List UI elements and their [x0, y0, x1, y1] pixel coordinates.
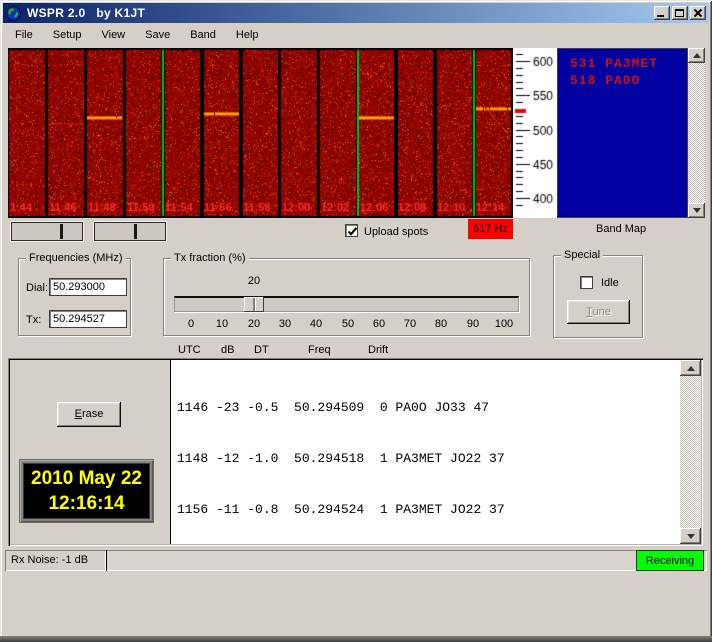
- maximize-button[interactable]: [672, 6, 688, 20]
- tick-label: 50: [342, 318, 354, 330]
- tick-label: 60: [373, 318, 385, 330]
- special-group-title: Special: [561, 249, 603, 261]
- menu-help[interactable]: Help: [226, 25, 269, 45]
- arrow-down-icon: [687, 534, 695, 539]
- clock-time: 12:16:14: [24, 491, 149, 516]
- idle-checkbox[interactable]: [580, 276, 593, 289]
- window-title: WSPR 2.0 by K1JT: [27, 6, 145, 20]
- menu-save[interactable]: Save: [135, 25, 180, 45]
- window-bottom-edge: [0, 636, 712, 642]
- spot-row: 1146 -23 -0.5 50.294509 0 PA0O JO33 47: [177, 399, 680, 416]
- dial-label: Dial:: [26, 282, 48, 294]
- header-utc: UTC: [178, 344, 201, 356]
- zero-slider-thumb[interactable]: [134, 224, 137, 239]
- dial-frequency-input[interactable]: [49, 278, 127, 296]
- tick-label: 20: [248, 318, 260, 330]
- arrow-up-icon: [693, 53, 701, 58]
- arrow-down-icon: [693, 208, 701, 213]
- menu-setup[interactable]: Setup: [43, 25, 92, 45]
- tx-fraction-group-title: Tx fraction (%): [171, 252, 249, 264]
- scroll-up-button[interactable]: [688, 48, 705, 63]
- tick-label: 10: [216, 318, 228, 330]
- clock-display: 2010 May 22 12:16:14: [20, 460, 153, 522]
- band-map-title: Band Map: [596, 223, 646, 235]
- maximize-icon: [675, 9, 684, 17]
- header-drift: Drift: [368, 344, 388, 356]
- checkmark-icon: [346, 225, 359, 238]
- minimize-button[interactable]: [654, 6, 670, 20]
- tx-fraction-slider-thumb[interactable]: [244, 297, 264, 312]
- scroll-down-button[interactable]: [688, 203, 705, 218]
- status-strip: [5, 550, 707, 571]
- idle-label: Idle: [601, 277, 619, 289]
- frequency-scale: [513, 48, 557, 218]
- close-button[interactable]: [690, 6, 706, 20]
- tick-label: 40: [310, 318, 322, 330]
- arrow-up-icon: [687, 366, 695, 371]
- zero-slider[interactable]: [94, 222, 166, 241]
- wspr-window: WSPR 2.0 by K1JT File Setup View Save Ba…: [0, 0, 712, 642]
- band-map-scrollbar[interactable]: [688, 48, 705, 218]
- spot-row: 1156 -11 -0.8 50.294524 1 PA3MET JO22 37: [177, 501, 680, 518]
- menu-file[interactable]: File: [5, 25, 43, 45]
- globe-icon: [6, 6, 21, 21]
- menu-view[interactable]: View: [91, 25, 135, 45]
- band-map: 531 PA3MET 518 PA0O: [557, 48, 688, 218]
- spot-row: 1148 -12 -1.0 50.294518 1 PA3MET JO22 37: [177, 450, 680, 467]
- gain-slider[interactable]: [11, 222, 83, 241]
- upload-spots-label: Upload spots: [364, 226, 428, 238]
- scroll-up-button[interactable]: [680, 360, 701, 376]
- tick-label: 80: [435, 318, 447, 330]
- tx-fraction-slider-track[interactable]: [174, 296, 519, 312]
- tx-fraction-group: Tx fraction (%) 20 0 10 20 30 40 50 60 7…: [163, 258, 530, 336]
- tx-fraction-value: 20: [248, 275, 260, 287]
- rx-frequency-badge: 617 Hz: [468, 219, 513, 239]
- band-map-entry: 531 PA3MET: [570, 55, 687, 72]
- receiving-badge: Receiving: [636, 550, 704, 571]
- waterfall-display: [8, 48, 513, 218]
- menu-bar: File Setup View Save Band Help: [3, 23, 709, 47]
- title-bar[interactable]: WSPR 2.0 by K1JT: [3, 3, 709, 23]
- status-bar: Rx Noise: -1 dB Receiving: [3, 548, 709, 574]
- menu-band[interactable]: Band: [180, 25, 226, 45]
- upload-spots-checkbox[interactable]: [345, 224, 358, 237]
- scroll-down-button[interactable]: [680, 528, 701, 544]
- frequencies-group: Frequencies (MHz) Dial: Tx:: [18, 258, 131, 336]
- tx-frequency-input[interactable]: [49, 310, 127, 328]
- gain-slider-thumb[interactable]: [60, 224, 63, 239]
- tick-label: 90: [467, 318, 479, 330]
- header-dt: DT: [254, 344, 269, 356]
- header-db: dB: [221, 344, 234, 356]
- tick-label: 100: [495, 318, 513, 330]
- tick-label: 0: [188, 318, 194, 330]
- erase-button[interactable]: Erase: [57, 402, 121, 427]
- minimize-icon: [657, 15, 664, 17]
- decode-scrollbar[interactable]: [680, 360, 701, 544]
- tx-label: Tx:: [26, 314, 41, 326]
- special-group: Special: [553, 255, 643, 338]
- frequencies-group-title: Frequencies (MHz): [26, 252, 126, 264]
- header-freq: Freq: [308, 344, 331, 356]
- decode-output[interactable]: 1146 -23 -0.5 50.294509 0 PA0O JO33 47 1…: [170, 360, 680, 544]
- band-map-entry: 518 PA0O: [570, 72, 687, 89]
- clock-date: 2010 May 22: [24, 466, 149, 491]
- tick-label: 70: [404, 318, 416, 330]
- rx-noise-status: Rx Noise: -1 dB: [5, 550, 106, 571]
- tick-label: 30: [279, 318, 291, 330]
- tune-button[interactable]: Tune: [567, 300, 630, 324]
